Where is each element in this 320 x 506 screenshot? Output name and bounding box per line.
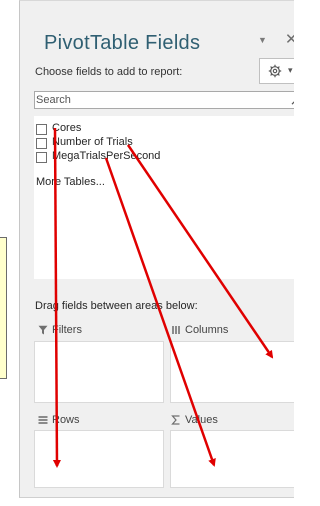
checkbox[interactable] — [36, 152, 47, 163]
close-icon[interactable]: ✕ — [285, 32, 294, 47]
screenshot-stage: PivotTable Fields ▼ ✕ Choose fields to a… — [0, 0, 294, 506]
filters-drop-zone[interactable] — [34, 341, 164, 403]
field-label: Cores — [52, 122, 82, 134]
checkbox[interactable] — [36, 138, 47, 149]
sigma-icon — [171, 415, 180, 425]
annotation-note-edge — [0, 237, 7, 379]
rows-drop-zone[interactable] — [34, 430, 164, 488]
chevron-down-icon: ▾ — [288, 65, 293, 75]
checkbox[interactable] — [36, 124, 47, 135]
pivottable-fields-pane: PivotTable Fields ▼ ✕ Choose fields to a… — [19, 0, 294, 498]
filters-label: Filters — [52, 324, 82, 336]
columns-label: Columns — [185, 324, 229, 336]
tools-button[interactable]: ▾ — [259, 58, 294, 84]
rows-icon — [38, 416, 48, 424]
columns-drop-zone[interactable] — [170, 341, 294, 403]
search-input[interactable] — [36, 93, 276, 107]
values-area-header: Values — [169, 413, 293, 429]
pane-title: PivotTable Fields — [44, 32, 201, 54]
more-tables-link[interactable]: More Tables... — [36, 176, 105, 188]
filter-icon — [38, 325, 48, 335]
values-label: Values — [185, 414, 218, 426]
filters-area-header: Filters — [36, 323, 166, 339]
chevron-down-icon[interactable]: ▼ — [258, 35, 267, 45]
choose-fields-label: Choose fields to add to report: — [35, 66, 183, 78]
rows-area-header: Rows — [36, 413, 166, 429]
values-drop-zone[interactable] — [170, 430, 294, 488]
field-list: Cores Number of Trials MegaTrialsPerSeco… — [34, 116, 294, 279]
search-icon[interactable] — [291, 93, 294, 105]
columns-icon — [172, 326, 180, 334]
rows-label: Rows — [52, 414, 80, 426]
search-field[interactable] — [34, 91, 294, 109]
columns-area-header: Columns — [169, 323, 293, 339]
field-label: MegaTrialsPerSecond — [52, 150, 161, 162]
field-label: Number of Trials — [52, 136, 133, 148]
gear-icon — [268, 64, 282, 78]
drag-instruction: Drag fields between areas below: — [35, 300, 198, 312]
